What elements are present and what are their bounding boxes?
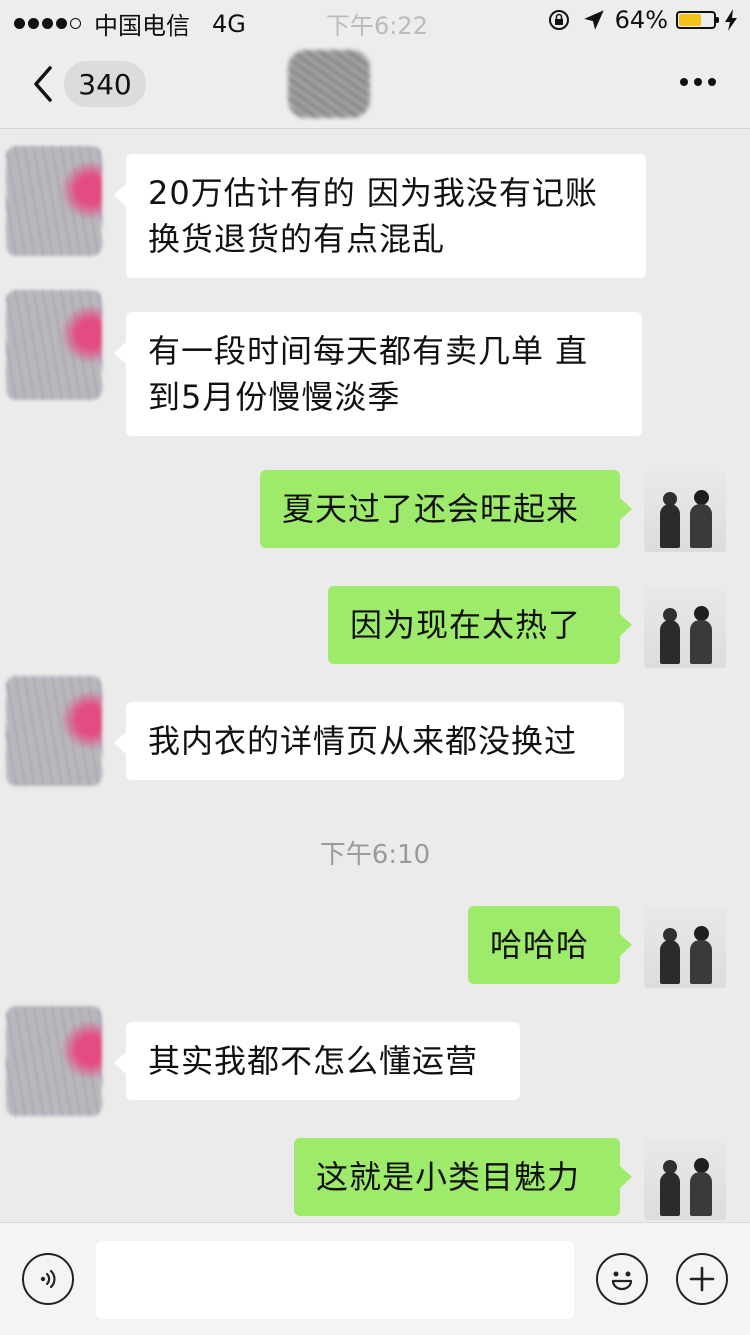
emoji-icon[interactable]: [596, 1253, 648, 1305]
signal-icon: [14, 18, 84, 29]
chat-title-blurred: [288, 50, 370, 118]
nav-bar: 340: [0, 40, 750, 129]
rotation-lock-icon: [548, 10, 569, 30]
plus-icon[interactable]: [676, 1253, 728, 1305]
message-bubble-right[interactable]: 这就是小类目魅力: [294, 1138, 632, 1216]
network-label: 4G: [212, 9, 246, 38]
unread-count-badge[interactable]: 340: [64, 61, 146, 107]
chat-timestamp: 下午6:10: [319, 840, 431, 870]
status-right: 64%: [547, 6, 738, 34]
contact-avatar[interactable]: [6, 146, 102, 256]
message-bubble-left[interactable]: 有一段时间每天都有卖几单 直 到5月份慢慢淡季: [114, 312, 642, 436]
carrier-label: 中国电信: [94, 12, 190, 40]
battery-icon: [676, 11, 719, 29]
my-avatar[interactable]: [644, 586, 726, 668]
message-input[interactable]: [96, 1241, 574, 1319]
location-icon: [583, 10, 604, 30]
status-bar: 中国电信 4G 下午6:22 64%: [0, 0, 750, 40]
contact-avatar[interactable]: [6, 676, 102, 786]
message-bubble-left[interactable]: 其实我都不怎么懂运营: [114, 1022, 520, 1100]
voice-icon[interactable]: [22, 1253, 74, 1305]
status-time: 下午6:22: [326, 12, 428, 40]
message-bubble-right[interactable]: 夏天过了还会旺起来: [260, 470, 632, 548]
my-avatar[interactable]: [644, 470, 726, 552]
contact-avatar[interactable]: [6, 290, 102, 400]
message-bubble-right[interactable]: 因为现在太热了: [328, 586, 632, 664]
status-left: 中国电信 4G: [14, 6, 246, 41]
my-avatar[interactable]: [644, 906, 726, 988]
message-bubble-left[interactable]: 20万估计有的 因为我没有记账 换货退货的有点混乱: [114, 154, 646, 278]
battery-percent: 64%: [614, 6, 668, 34]
more-icon[interactable]: [674, 78, 716, 86]
my-avatar[interactable]: [644, 1138, 726, 1220]
chevron-left-icon[interactable]: [28, 62, 58, 106]
charging-icon: [725, 9, 737, 31]
input-bar: [0, 1222, 750, 1335]
message-bubble-left[interactable]: 我内衣的详情页从来都没换过: [114, 702, 624, 780]
contact-avatar[interactable]: [6, 1006, 102, 1116]
message-bubble-right[interactable]: 哈哈哈: [468, 906, 632, 984]
